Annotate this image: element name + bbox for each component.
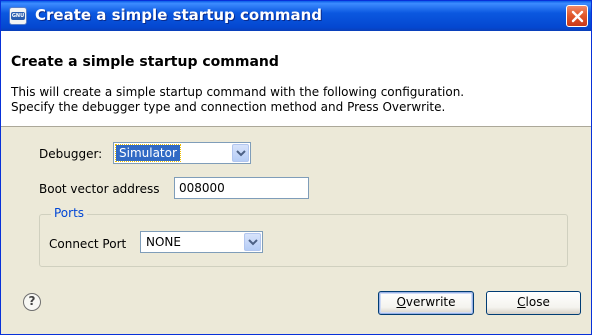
dialog-window: GNU Create a simple startup command Crea… — [0, 0, 592, 335]
gnu-icon-label: GNU — [11, 12, 25, 20]
debugger-select[interactable]: Simulator — [113, 142, 251, 164]
chevron-down-icon — [236, 150, 246, 157]
close-button[interactable]: Close — [486, 291, 581, 315]
header-title: Create a simple startup command — [11, 54, 279, 70]
boot-vector-input[interactable]: 008000 — [174, 177, 309, 199]
close-mnemonic: C — [517, 295, 526, 309]
title-bar[interactable]: GNU Create a simple startup command — [1, 1, 591, 31]
gnu-icon: GNU — [9, 7, 27, 25]
close-icon — [571, 10, 584, 23]
connect-port-select[interactable]: NONE — [140, 231, 263, 253]
chevron-down-icon — [248, 239, 258, 246]
boot-vector-label: Boot vector address — [39, 182, 160, 196]
connect-port-label: Connect Port — [49, 237, 127, 251]
debugger-select-value: Simulator — [115, 144, 181, 162]
header-description: This will create a simple startup comman… — [11, 85, 571, 115]
connect-port-select-value: NONE — [146, 235, 181, 249]
overwrite-mnemonic: O — [396, 295, 406, 309]
close-label: lose — [525, 295, 550, 309]
help-icon[interactable]: ? — [23, 293, 41, 311]
overwrite-button[interactable]: Overwrite — [378, 291, 474, 315]
window-close-button[interactable] — [566, 5, 588, 27]
ports-group-label: Ports — [51, 206, 88, 220]
debugger-label: Debugger: — [39, 147, 103, 161]
window-title: Create a simple startup command — [35, 6, 323, 24]
debugger-dropdown-button[interactable] — [232, 144, 249, 162]
description-line-1: This will create a simple startup comman… — [11, 85, 465, 99]
dialog-header: Create a simple startup command This wil… — [1, 31, 591, 127]
description-line-2: Specify the debugger type and connection… — [11, 100, 446, 114]
connect-port-dropdown-button[interactable] — [244, 233, 261, 251]
overwrite-label: verwrite — [405, 295, 456, 309]
